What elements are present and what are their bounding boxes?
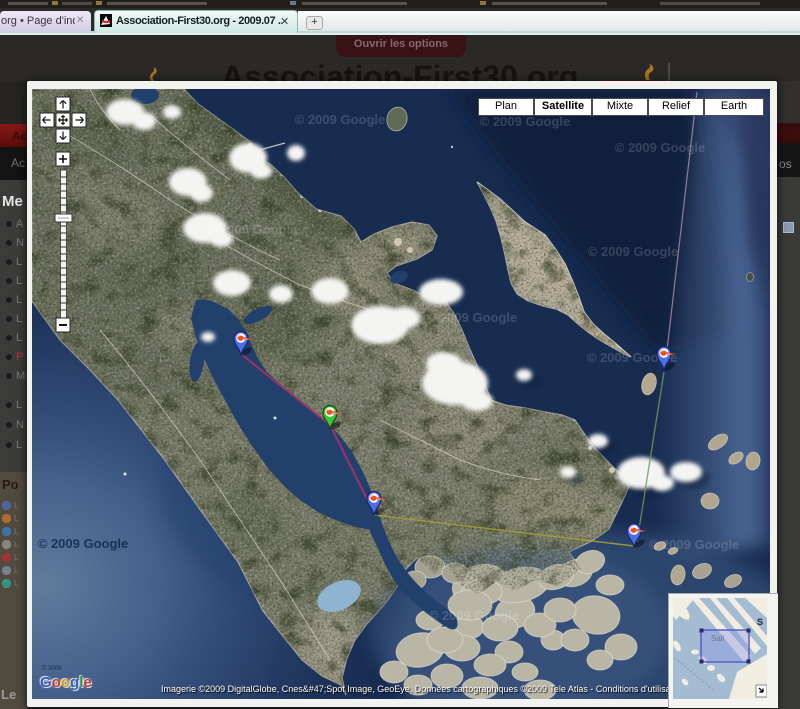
svg-text:© 2009 Google: © 2009 Google [615,140,706,155]
svg-text:© 2009 Google: © 2009 Google [649,537,740,552]
svg-text:© 2009 Google: © 2009 Google [207,222,298,237]
svg-text:© 2009 Google: © 2009 Google [427,310,518,325]
svg-text:© 2009 Google: © 2009 Google [480,114,571,129]
svg-text:© 2009 Google: © 2009 Google [38,536,129,551]
svg-text:© 2009 Google: © 2009 Google [588,244,679,259]
svg-text:© 2009 Google: © 2009 Google [429,608,520,623]
svg-text:S: S [757,617,763,627]
svg-text:© 2009 Google: © 2009 Google [295,112,386,127]
svg-text:Sali: Sali [711,634,725,643]
